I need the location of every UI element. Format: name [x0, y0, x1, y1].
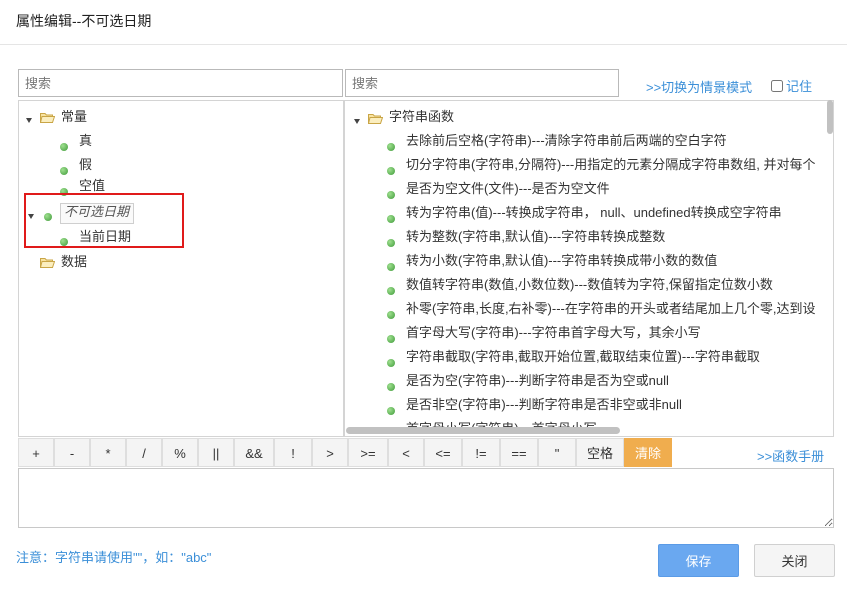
horizontal-scrollbar[interactable]: [346, 427, 620, 434]
highlight-frame: [24, 193, 184, 248]
tree-node-data[interactable]: 数据: [61, 252, 87, 272]
function-item[interactable]: 去除前后空格(字符串)---清除字符串前后两端的空白字符: [406, 131, 727, 151]
leaf-dot-icon: [387, 191, 395, 199]
op-plus-button[interactable]: +: [18, 438, 54, 467]
right-search-input[interactable]: [345, 69, 619, 97]
function-item[interactable]: 转为整数(字符串,默认值)---字符串转换成整数: [406, 227, 665, 247]
remember-label: 记住: [786, 79, 813, 94]
leaf-dot-icon: [60, 167, 68, 175]
leaf-dot-icon: [387, 335, 395, 343]
leaf-dot-icon: [387, 287, 395, 295]
function-item[interactable]: 切分字符串(字符串,分隔符)---用指定的元素分隔成字符串数组, 并对每个: [406, 155, 815, 175]
function-item[interactable]: 首字母大写(字符串)---字符串首字母大写，其余小写: [406, 323, 701, 343]
op-space-button[interactable]: 空格: [576, 438, 624, 467]
expand-string-functions-icon[interactable]: [354, 119, 360, 124]
function-item[interactable]: 补零(字符串,长度,右补零)---在字符串的开头或者结尾加上几个零,达到设: [406, 299, 815, 319]
op-divide-button[interactable]: /: [126, 438, 162, 467]
op-greater-button[interactable]: >: [312, 438, 348, 467]
folder-open-icon: [40, 113, 55, 123]
op-modulo-button[interactable]: %: [162, 438, 198, 467]
op-not-button[interactable]: !: [274, 438, 312, 467]
op-less-equal-button[interactable]: <=: [424, 438, 462, 467]
leaf-dot-icon: [387, 383, 395, 391]
left-search-input[interactable]: [18, 69, 343, 97]
function-item[interactable]: 转为字符串(值)---转换成字符串， null、undefined转换成空字符串: [406, 203, 782, 223]
leaf-dot-icon: [387, 143, 395, 151]
function-manual-link[interactable]: >>函数手册: [757, 446, 824, 465]
expression-input[interactable]: [18, 468, 834, 528]
tree-node-constants[interactable]: 常量: [61, 107, 87, 127]
leaf-dot-icon: [387, 359, 395, 367]
leaf-dot-icon: [60, 143, 68, 151]
save-button[interactable]: 保存: [658, 544, 739, 577]
op-multiply-button[interactable]: *: [90, 438, 126, 467]
function-tree-viewport[interactable]: 字符串函数 去除前后空格(字符串)---清除字符串前后两端的空白字符 切分字符串…: [345, 101, 827, 429]
function-item[interactable]: 是否为空(字符串)---判断字符串是否为空或null: [406, 371, 669, 391]
remember-toggle[interactable]: 记住: [771, 76, 812, 95]
vertical-scrollbar[interactable]: [827, 100, 833, 134]
close-button[interactable]: 关闭: [754, 544, 835, 577]
leaf-dot-icon: [387, 239, 395, 247]
op-greater-equal-button[interactable]: >=: [348, 438, 388, 467]
tree-node-false[interactable]: 假: [79, 155, 92, 175]
op-minus-button[interactable]: -: [54, 438, 90, 467]
operator-bar: + - * / % || && ! > >= < <= != == " 空格 清…: [18, 438, 833, 468]
function-item[interactable]: 数值转字符串(数值,小数位数)---数值转为字符,保留指定位数小数: [406, 275, 773, 295]
op-and-button[interactable]: &&: [234, 438, 274, 467]
leaf-dot-icon: [387, 215, 395, 223]
remember-checkbox[interactable]: [771, 80, 783, 92]
function-item[interactable]: 转为小数(字符串,默认值)---字符串转换成带小数的数值: [406, 251, 717, 271]
expand-constants-icon[interactable]: [26, 118, 32, 123]
dialog-title: 属性编辑--不可选日期: [16, 13, 152, 29]
string-hint-note: 注意：字符串请使用""，如："abc": [16, 550, 212, 565]
leaf-dot-icon: [387, 311, 395, 319]
op-less-button[interactable]: <: [388, 438, 424, 467]
op-quote-button[interactable]: ": [538, 438, 576, 467]
op-or-button[interactable]: ||: [198, 438, 234, 467]
op-equal-button[interactable]: ==: [500, 438, 538, 467]
leaf-dot-icon: [387, 263, 395, 271]
function-item[interactable]: 字符串截取(字符串,截取开始位置,截取结束位置)---字符串截取: [406, 347, 760, 367]
folder-icon: [40, 258, 55, 268]
dialog-titlebar: 属性编辑--不可选日期: [0, 0, 847, 45]
folder-open-icon: [368, 114, 383, 124]
tree-node-null[interactable]: 空值: [79, 176, 105, 194]
function-item[interactable]: 是否为空文件(文件)---是否为空文件: [406, 179, 610, 199]
leaf-dot-icon: [387, 167, 395, 175]
op-not-equal-button[interactable]: !=: [462, 438, 500, 467]
tree-node-true[interactable]: 真: [79, 131, 92, 151]
clear-button[interactable]: 清除: [624, 438, 672, 467]
leaf-dot-icon: [387, 407, 395, 415]
switch-mode-link[interactable]: >>切换为情景模式: [646, 77, 752, 96]
function-item[interactable]: 是否非空(字符串)---判断字符串是否非空或非null: [406, 395, 682, 415]
tree-node-string-functions[interactable]: 字符串函数: [389, 107, 454, 127]
